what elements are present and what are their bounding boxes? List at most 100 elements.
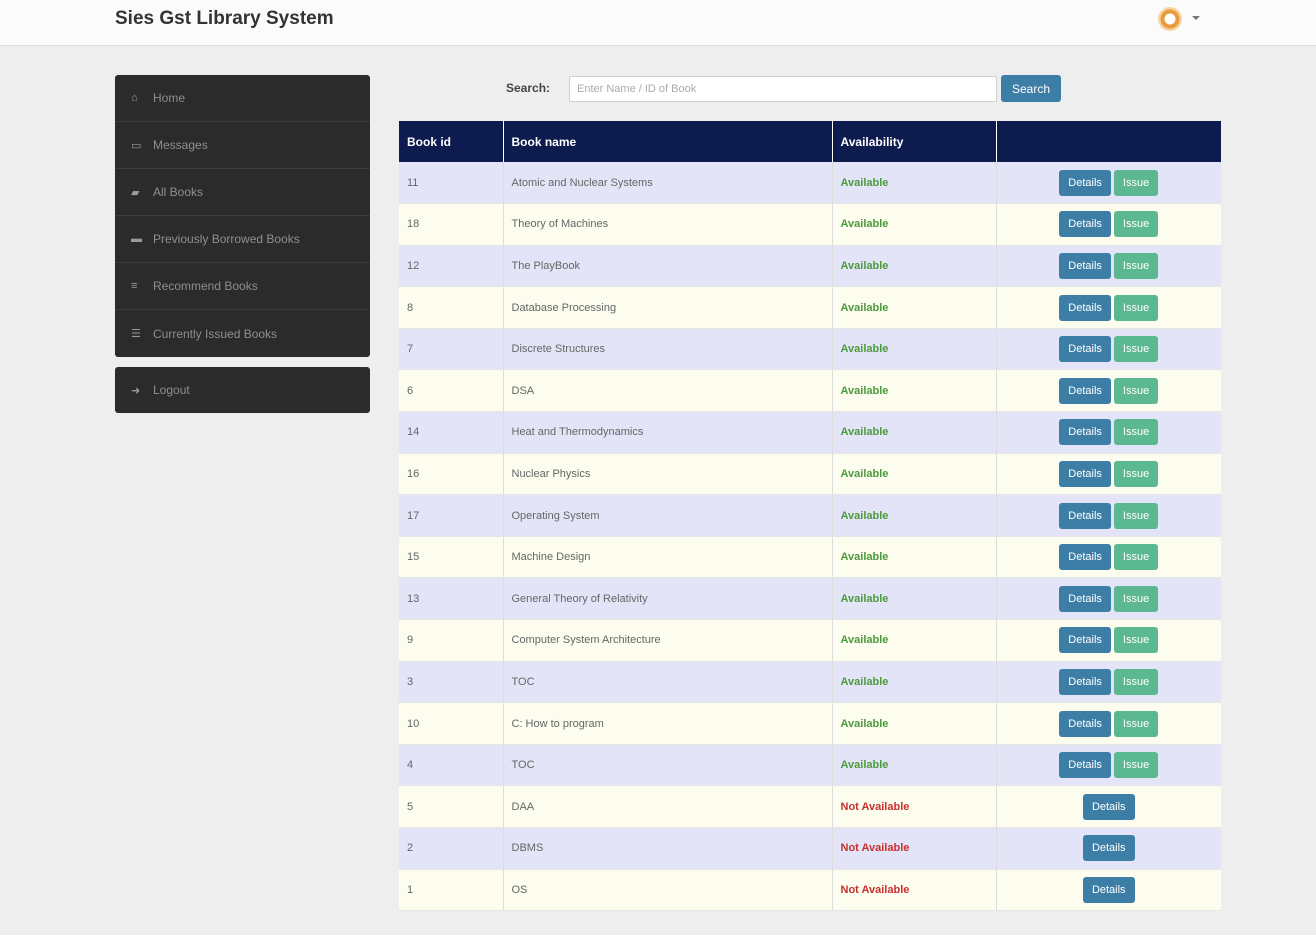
issue-button[interactable]: Issue — [1113, 710, 1159, 737]
issue-button[interactable]: Issue — [1113, 627, 1159, 654]
details-button[interactable]: Details — [1059, 585, 1111, 612]
table-row: 8 Database Processing Available Details Issu… — [399, 286, 1221, 329]
issue-button[interactable]: Issue — [1113, 169, 1159, 196]
folder-icon: ▬ — [131, 233, 142, 245]
book-id-cell: 5 — [399, 785, 504, 828]
issue-button[interactable]: Issue — [1113, 336, 1159, 363]
details-button[interactable]: Details — [1059, 502, 1111, 529]
search-label: Search: — [506, 81, 551, 95]
details-button[interactable]: Details — [1059, 544, 1111, 571]
sidebar-item-home[interactable]: ⌂ Home — [115, 75, 370, 122]
actions-cell: Details Issue — [996, 245, 1221, 288]
table-row: 3 TOC Available Details Issue — [399, 661, 1221, 704]
book-name-cell: TOC — [503, 744, 833, 787]
issue-button[interactable]: Issue — [1113, 585, 1159, 612]
book-name-cell: Heat and Thermodynamics — [503, 411, 833, 454]
sidebar-nav: ⌂ Home ▭ Messages ▰ All Books ▬ Previously Borr… — [115, 75, 370, 357]
issue-button[interactable]: Issue — [1113, 752, 1159, 779]
list-icon: ≡ — [131, 280, 138, 292]
issue-button[interactable]: Issue — [1113, 502, 1159, 529]
issue-button[interactable]: Issue — [1113, 544, 1159, 571]
sidebar-item-recommend-books[interactable]: ≡ Recommend Books — [115, 263, 370, 310]
availability-status: Available — [840, 467, 889, 480]
search-input[interactable] — [569, 76, 997, 102]
sidebar-item-label: Currently Issued Books — [153, 326, 278, 341]
sidebar-item-currently-issued-books[interactable]: ☰ Currently Issued Books — [115, 310, 370, 357]
book-id-cell: 12 — [399, 245, 504, 288]
availability-cell: Available — [832, 286, 997, 329]
issue-button[interactable]: Issue — [1113, 419, 1159, 446]
details-button[interactable]: Details — [1059, 752, 1111, 779]
sidebar-item-messages[interactable]: ▭ Messages — [115, 122, 370, 169]
search-button[interactable]: Search — [1001, 75, 1061, 102]
table-row: 7 Discrete Structures Available Details Issu… — [399, 328, 1221, 371]
book-id-cell: 11 — [399, 162, 504, 205]
issue-button[interactable]: Issue — [1113, 377, 1159, 404]
grid-list-icon: ☰ — [131, 328, 141, 340]
book-name-cell: TOC — [503, 661, 833, 704]
availability-status: Available — [840, 426, 889, 439]
issue-button[interactable]: Issue — [1113, 211, 1159, 238]
book-name-cell: Theory of Machines — [503, 203, 833, 246]
details-button[interactable]: Details — [1059, 460, 1111, 487]
availability-cell: Available — [832, 453, 997, 496]
details-button[interactable]: Details — [1059, 668, 1111, 695]
table-row: 12 The PlayBook Available Details Issue — [399, 245, 1221, 288]
issue-button[interactable]: Issue — [1113, 668, 1159, 695]
issue-button[interactable]: Issue — [1113, 294, 1159, 321]
details-button[interactable]: Details — [1059, 211, 1111, 238]
details-button[interactable]: Details — [1059, 294, 1111, 321]
actions-cell: Details Issue — [996, 661, 1221, 704]
actions-cell: Details — [996, 785, 1221, 828]
sidebar-item-logout[interactable]: ➜ Logout — [115, 367, 370, 413]
table-row: 4 TOC Available Details Issue — [399, 744, 1221, 787]
sidebar-item-label: All Books — [153, 185, 204, 199]
details-button[interactable]: Details — [1059, 710, 1111, 737]
book-name-cell: Machine Design — [503, 536, 833, 579]
table-row: 9 Computer System Architecture Available De… — [399, 619, 1221, 662]
details-button[interactable]: Details — [1059, 169, 1111, 196]
table-row: 15 Machine Design Available Details Issue — [399, 536, 1221, 579]
book-name-cell: Discrete Structures — [503, 328, 833, 371]
sidebar-item-previously-borrowed-books[interactable]: ▬ Previously Borrowed Books — [115, 216, 370, 263]
details-button[interactable]: Details — [1082, 835, 1135, 862]
user-menu[interactable] — [1158, 7, 1208, 33]
availability-cell: Available — [832, 577, 997, 621]
details-button[interactable]: Details — [1059, 377, 1111, 404]
book-id-cell: 16 — [399, 453, 504, 496]
actions-cell: Details Issue — [996, 411, 1221, 454]
book-name-cell: General Theory of Relativity — [503, 577, 833, 621]
books-table: Book id Book name Availability 11 Atomic … — [399, 121, 1221, 912]
table-row: 10 C: How to program Available Details Issue — [399, 702, 1221, 745]
brand-title[interactable]: Sies Gst Library System — [115, 8, 334, 30]
sidebar-item-label: Previously Borrowed Books — [153, 232, 300, 246]
details-button[interactable]: Details — [1082, 876, 1135, 903]
issue-button[interactable]: Issue — [1113, 460, 1159, 487]
sidebar-item-all-books[interactable]: ▰ All Books — [115, 169, 370, 216]
actions-cell: Details Issue — [996, 536, 1221, 579]
availability-cell: Available — [832, 203, 997, 246]
availability-cell: Available — [832, 619, 997, 662]
availability-status: Available — [840, 551, 889, 564]
actions-cell: Details Issue — [996, 286, 1221, 329]
details-button[interactable]: Details — [1059, 627, 1111, 654]
actions-cell: Details Issue — [996, 577, 1221, 621]
chevron-down-icon[interactable] — [1192, 16, 1200, 20]
book-id-cell: 10 — [399, 702, 504, 745]
book-id-cell: 6 — [399, 369, 504, 413]
availability-status: Available — [840, 634, 889, 647]
issue-button[interactable]: Issue — [1113, 252, 1159, 279]
availability-status: Available — [840, 259, 889, 272]
details-button[interactable]: Details — [1059, 419, 1111, 446]
actions-cell: Details Issue — [996, 702, 1221, 745]
book-name-cell: Operating System — [503, 494, 833, 537]
table-row: 5 DAA Not Available Details — [399, 785, 1221, 828]
availability-cell: Available — [832, 661, 997, 704]
details-button[interactable]: Details — [1059, 252, 1111, 279]
details-button[interactable]: Details — [1082, 793, 1135, 820]
avatar[interactable] — [1158, 7, 1182, 31]
actions-cell: Details Issue — [996, 328, 1221, 371]
details-button[interactable]: Details — [1059, 336, 1111, 363]
sidebar-item-label: Logout — [153, 383, 190, 397]
book-id-cell: 13 — [399, 577, 504, 621]
